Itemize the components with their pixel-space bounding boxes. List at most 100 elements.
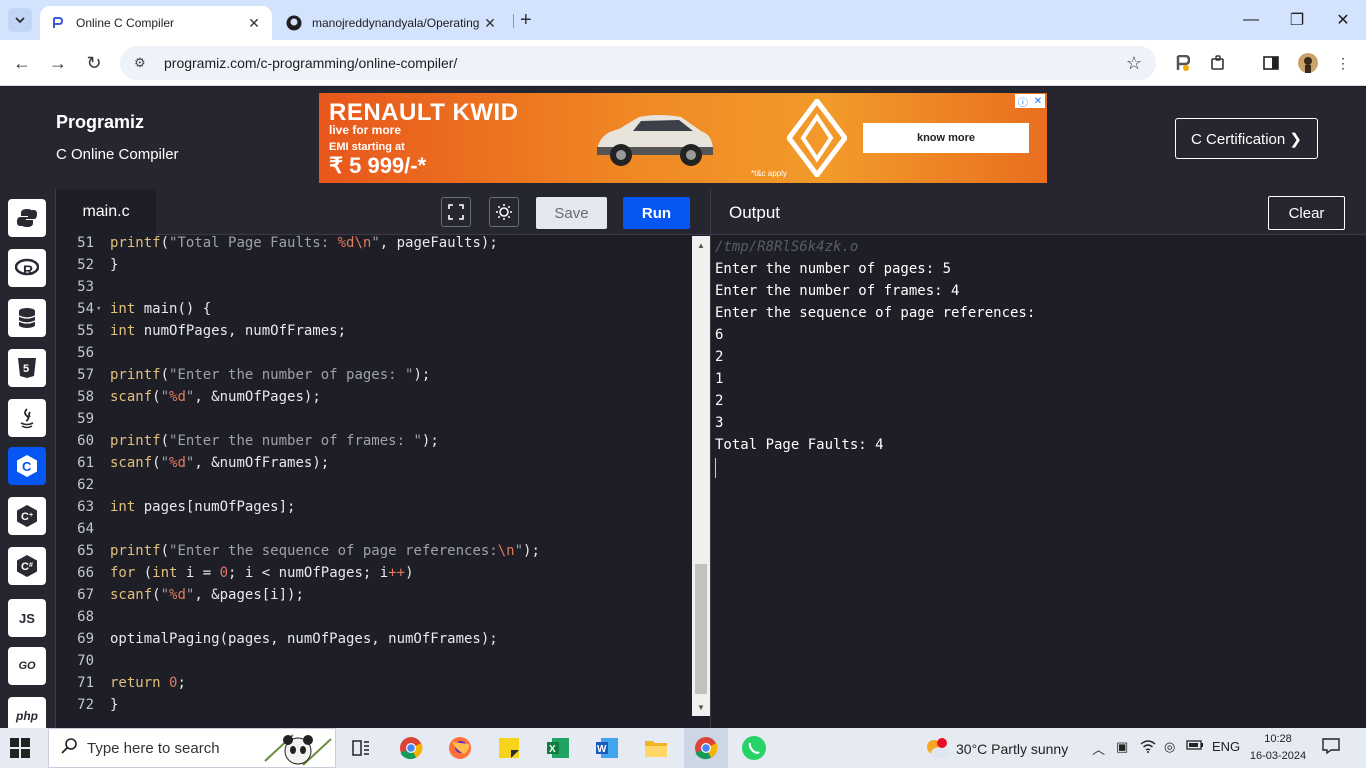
code-line[interactable]: 64	[56, 518, 692, 540]
whatsapp-app-icon[interactable]	[740, 734, 768, 762]
reload-button[interactable]: ↻	[81, 50, 107, 76]
editor-scrollbar[interactable]: ▲ ▼	[692, 236, 710, 716]
code-line[interactable]: 66 for (int i = 0; i < numOfPages; i++)	[56, 562, 692, 584]
task-view-icon[interactable]	[347, 734, 375, 762]
code-line[interactable]: 67 scanf("%d", &pages[i]);	[56, 584, 692, 606]
code-line[interactable]: 69 optimalPaging(pages, numOfPages, numOf…	[56, 628, 692, 650]
c-certification-button[interactable]: C Certification ❯	[1175, 118, 1318, 159]
restore-button[interactable]: ❐	[1274, 0, 1320, 40]
tab-online-c-compiler[interactable]: Online C Compiler ✕	[40, 6, 272, 40]
clear-button[interactable]: Clear	[1268, 196, 1345, 230]
extensions-puzzle-icon[interactable]	[1206, 51, 1230, 75]
code-line[interactable]: 62	[56, 474, 692, 496]
r-language-icon[interactable]: R	[8, 249, 46, 287]
tray-chevron-up-icon[interactable]: ︿	[1092, 739, 1105, 758]
car-image	[597, 115, 713, 166]
code-line[interactable]: 61 scanf("%d", &numOfFrames);	[56, 452, 692, 474]
forward-button[interactable]: →	[45, 50, 71, 76]
c-language-icon[interactable]: C	[8, 447, 46, 485]
chrome-active-app-icon[interactable]	[684, 728, 728, 768]
fold-arrow-icon[interactable]: ▾	[96, 298, 106, 320]
code-line[interactable]: 63 int pages[numOfPages];	[56, 496, 692, 518]
tab-search-button[interactable]	[8, 8, 32, 32]
firefox-app-icon[interactable]	[446, 734, 474, 762]
new-tab-button[interactable]: +	[520, 9, 532, 32]
windows-start-icon[interactable]	[10, 738, 30, 758]
camera-icon[interactable]: ◎	[1164, 739, 1175, 755]
programiz-logo[interactable]: Programiz	[56, 112, 144, 133]
code-line[interactable]: 68	[56, 606, 692, 628]
close-window-button[interactable]: ✕	[1320, 0, 1366, 40]
code-line[interactable]: 71 return 0;	[56, 672, 692, 694]
address-bar[interactable]: ⚙ programiz.com/c-programming/online-com…	[120, 46, 1156, 80]
weather-widget[interactable]: 30°C Partly sunny	[924, 738, 1068, 760]
code-line[interactable]: 60 printf("Enter the number of frames: ")…	[56, 430, 692, 452]
adchoices-icon[interactable]: ⓘ ✕	[1015, 94, 1045, 109]
cpp-icon[interactable]: C +	[8, 497, 46, 535]
code-line[interactable]: 70	[56, 650, 692, 672]
java-icon[interactable]	[8, 399, 46, 437]
javascript-icon[interactable]: JS	[8, 599, 46, 637]
scroll-up-arrow-icon[interactable]: ▲	[695, 239, 707, 251]
code-line[interactable]: 52}	[56, 254, 692, 276]
notification-center-icon[interactable]	[1322, 738, 1340, 759]
chrome-app-icon[interactable]	[397, 734, 425, 762]
close-tab-icon[interactable]: ✕	[246, 15, 262, 32]
scrollbar-thumb[interactable]	[695, 564, 707, 694]
sticky-notes-app-icon[interactable]	[495, 734, 523, 762]
battery-icon[interactable]	[1186, 739, 1204, 754]
line-number: 63	[77, 499, 94, 515]
output-console[interactable]: /tmp/R8RlS6k4zk.o Enter the number of pa…	[711, 236, 1366, 728]
back-button[interactable]: ←	[9, 50, 35, 76]
run-button[interactable]: Run	[623, 197, 690, 229]
theme-toggle-sun-icon[interactable]	[489, 197, 519, 227]
sql-database-icon[interactable]	[8, 299, 46, 337]
input-language[interactable]: ENG	[1212, 739, 1240, 754]
go-icon[interactable]: GO	[8, 647, 46, 685]
code-line[interactable]: 55 int numOfPages, numOfFrames;	[56, 320, 692, 342]
code-line[interactable]: 58 scanf("%d", &numOfPages);	[56, 386, 692, 408]
tab-title: manojreddynandyala/Operating	[312, 16, 480, 30]
site-settings-icon[interactable]: ⚙	[134, 55, 152, 71]
csharp-icon[interactable]: C #	[8, 547, 46, 585]
extension-icon[interactable]	[1171, 51, 1195, 75]
output-line: Total Page Faults: 4	[715, 437, 884, 453]
code-line[interactable]: 57 printf("Enter the number of pages: ");	[56, 364, 692, 386]
wifi-icon[interactable]	[1140, 739, 1156, 756]
profile-avatar[interactable]	[1296, 51, 1320, 75]
side-panel-icon[interactable]	[1259, 51, 1283, 75]
minimize-button[interactable]: —	[1228, 0, 1274, 40]
fullscreen-icon[interactable]	[441, 197, 471, 227]
file-tab-main-c[interactable]: main.c	[56, 189, 156, 235]
ad-know-more-button[interactable]: know more	[863, 123, 1029, 153]
editor-header: main.c Save Run	[56, 189, 710, 235]
save-button[interactable]: Save	[536, 197, 607, 229]
svg-text:X: X	[549, 744, 556, 755]
html5-icon[interactable]: 5	[8, 349, 46, 387]
tray-display-icon[interactable]: ▣	[1116, 739, 1128, 755]
close-tab-icon[interactable]: ✕	[482, 15, 498, 32]
code-line[interactable]: 56	[56, 342, 692, 364]
code-line[interactable]: 51 printf("Total Page Faults: %d\n", page…	[56, 236, 692, 254]
tab-github[interactable]: manojreddynandyala/Operating ✕	[276, 6, 508, 40]
code-line[interactable]: 59	[56, 408, 692, 430]
code-editor[interactable]: 51 printf("Total Page Faults: %d\n", page…	[56, 236, 692, 716]
code-line[interactable]: 72}	[56, 694, 692, 716]
scroll-down-arrow-icon[interactable]: ▼	[695, 701, 707, 713]
file-explorer-app-icon[interactable]	[642, 734, 670, 762]
line-number: 51	[77, 236, 94, 251]
system-clock[interactable]: 10:28 16-03-2024	[1248, 731, 1308, 765]
bookmark-star-icon[interactable]: ☆	[1126, 53, 1142, 74]
code-line[interactable]: 53	[56, 276, 692, 298]
python-icon[interactable]	[8, 199, 46, 237]
word-app-icon[interactable]: W	[593, 734, 621, 762]
code-line[interactable]: 65 printf("Enter the sequence of page ref…	[56, 540, 692, 562]
advertisement-banner[interactable]: RENAULT KWID live for more EMI starting …	[319, 93, 1047, 183]
chevron-down-icon	[15, 17, 25, 23]
code-line[interactable]: 54 ▾ int main() {	[56, 298, 692, 320]
excel-app-icon[interactable]: X	[544, 734, 572, 762]
taskbar-search-box[interactable]: Type here to search	[48, 728, 336, 768]
line-number: 57	[77, 367, 94, 383]
code-text: int pages[numOfPages];	[110, 499, 296, 515]
browser-menu-icon[interactable]: ⋮	[1331, 51, 1355, 75]
